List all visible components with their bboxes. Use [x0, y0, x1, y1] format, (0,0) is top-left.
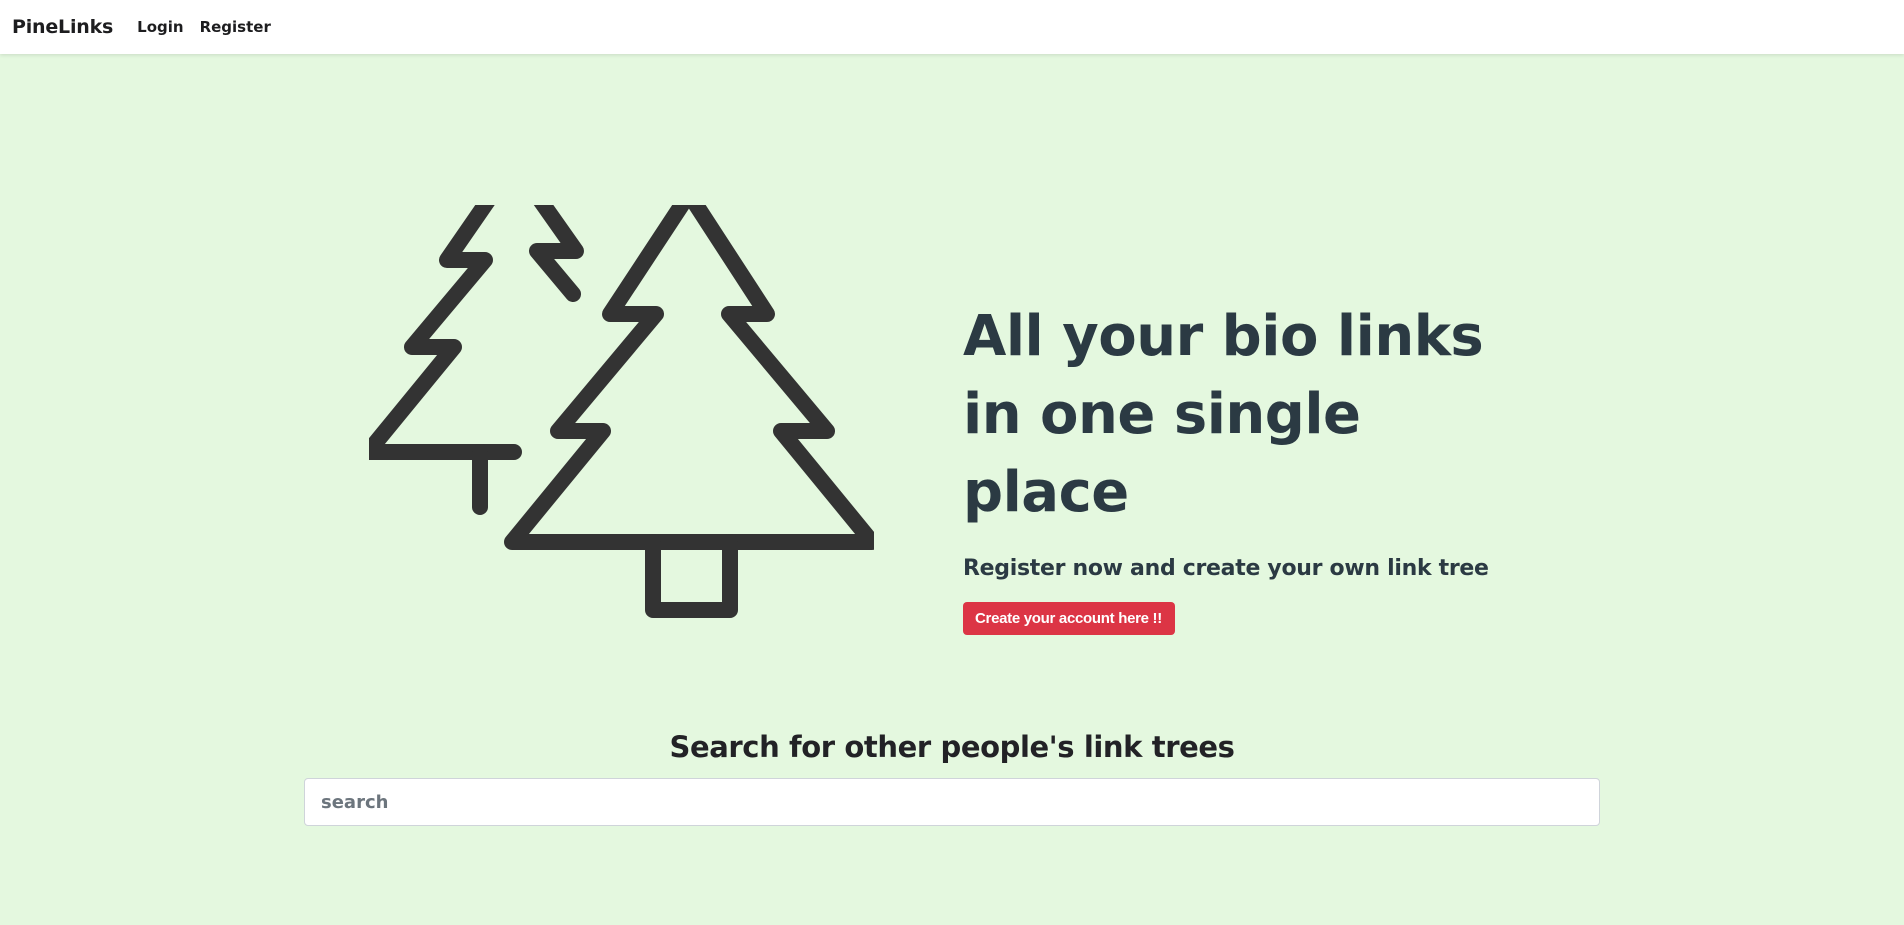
hero-title-line: place [963, 460, 1129, 525]
nav-links: Login Register [137, 18, 287, 36]
create-account-button[interactable]: Create your account here !! [963, 602, 1175, 635]
hero-title-line: in one single [963, 382, 1361, 447]
hero-text: All your bio links in one single place R… [963, 298, 1523, 635]
hero-title: All your bio links in one single place [963, 298, 1523, 532]
search-input[interactable] [304, 778, 1600, 826]
brand-logo[interactable]: PineLinks [12, 16, 113, 38]
search-title: Search for other people's link trees [669, 730, 1235, 764]
hero-title-line: All your bio links [963, 304, 1484, 369]
navbar: PineLinks Login Register [0, 0, 1904, 54]
nav-login-link[interactable]: Login [137, 18, 183, 36]
nav-register-link[interactable]: Register [200, 18, 271, 36]
hero-subtitle: Register now and create your own link tr… [963, 556, 1489, 581]
pine-trees-icon [369, 205, 874, 618]
